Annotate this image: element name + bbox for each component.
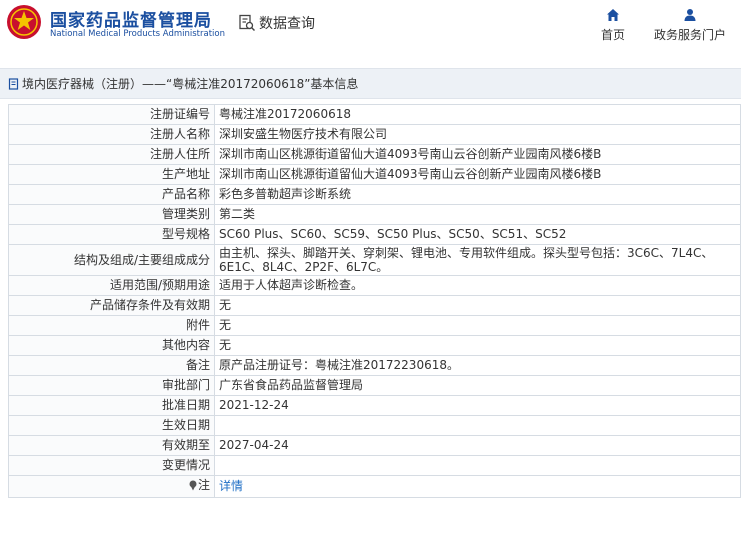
row-label: 适用范围/预期用途 bbox=[8, 275, 215, 296]
row-label: 生产地址 bbox=[8, 164, 215, 185]
row-value bbox=[214, 415, 741, 436]
row-label: 备注 bbox=[8, 355, 215, 376]
table-row: 生效日期 bbox=[8, 415, 741, 436]
row-label: 其他内容 bbox=[8, 335, 215, 356]
row-label: 批准日期 bbox=[8, 395, 215, 416]
table-row: 其他内容无 bbox=[8, 335, 741, 356]
row-value: 适用于人体超声诊断检查。 bbox=[214, 275, 741, 296]
row-value: SC60 Plus、SC60、SC59、SC50 Plus、SC50、SC51、… bbox=[214, 224, 741, 245]
note-label: 注 bbox=[197, 478, 210, 492]
nav-home-label: 首页 bbox=[600, 28, 625, 42]
brand-title-en[interactable]: National Medical Products Administration bbox=[50, 29, 225, 39]
row-value: 彩色多普勒超声诊断系统 bbox=[214, 184, 741, 205]
table-row: 产品储存条件及有效期无 bbox=[8, 295, 741, 316]
data-query-label: 数据查询 bbox=[259, 16, 315, 32]
emblem-logo-icon bbox=[7, 5, 41, 39]
row-value bbox=[214, 455, 741, 476]
table-row: 有效期至 2027-04-24 bbox=[8, 435, 741, 456]
table-row-note: 注详情 bbox=[8, 475, 741, 498]
table-row: 型号规格 SC60 Plus、SC60、SC59、SC50 Plus、SC50、S… bbox=[8, 224, 741, 245]
registration-info-table: 注册证编号 粤械注准20172060618 注册人名称 深圳安盛生物医疗技术有限公司注… bbox=[8, 104, 741, 498]
row-value: 无 bbox=[214, 315, 741, 336]
table-row: 注册证编号 粤械注准20172060618 bbox=[8, 104, 741, 125]
row-label: 注册证编号 bbox=[8, 104, 215, 125]
nav-gov-label: 政务服务门户 bbox=[653, 28, 726, 42]
row-value: 广东省食品药品监督管理局 bbox=[214, 375, 741, 396]
row-label: 注册人住所 bbox=[8, 144, 215, 165]
row-value: 由主机、探头、脚踏开关、穿刺架、锂电池、专用软件组成。探头型号包括：3C6C、7… bbox=[214, 244, 741, 276]
row-value: 2021-12-24 bbox=[214, 395, 741, 416]
table-row: 结构及组成/主要组成成分 由主机、探头、脚踏开关、穿刺架、锂电池、专用软件组成。探… bbox=[8, 244, 741, 276]
table-row: 注册人名称 深圳安盛生物医疗技术有限公司 bbox=[8, 124, 741, 145]
table-row: 生产地址 深圳市南山区桃源街道留仙大道4093号南山云谷创新产业园南风楼6楼B bbox=[8, 164, 741, 185]
table-row: 审批部门 广东省食品药品监督管理局 bbox=[8, 375, 741, 396]
table-row: 备注 原产品注册证号：粤械注准20172230618。 bbox=[8, 355, 741, 376]
nav-home[interactable]: 首页 bbox=[598, 8, 628, 43]
row-label: 审批部门 bbox=[8, 375, 215, 396]
row-label: 注册人名称 bbox=[8, 124, 215, 145]
note-label-cell: 注 bbox=[8, 475, 215, 498]
nav-gov-service[interactable]: 政务服务门户 bbox=[650, 8, 730, 43]
breadcrumb-text: 境内医疗器械（注册）——“粤械注准20172060618”基本信息 bbox=[22, 77, 359, 91]
table-row: 产品名称 彩色多普勒超声诊断系统 bbox=[8, 184, 741, 205]
row-value: 深圳安盛生物医疗技术有限公司 bbox=[214, 124, 741, 145]
data-query-link[interactable]: 数据查询 bbox=[238, 12, 315, 34]
table-row: 管理类别 第二类 bbox=[8, 204, 741, 225]
user-icon bbox=[684, 9, 696, 21]
row-label: 产品名称 bbox=[8, 184, 215, 205]
note-value-cell: 详情 bbox=[214, 475, 741, 498]
document-icon bbox=[8, 77, 19, 90]
row-label: 变更情况 bbox=[8, 455, 215, 476]
row-label: 结构及组成/主要组成成分 bbox=[8, 244, 215, 276]
row-label: 型号规格 bbox=[8, 224, 215, 245]
table-row: 附件无 bbox=[8, 315, 741, 336]
row-value: 2027-04-24 bbox=[214, 435, 741, 456]
row-label: 有效期至 bbox=[8, 435, 215, 456]
row-label: 管理类别 bbox=[8, 204, 215, 225]
brand-title-cn[interactable]: 国家药品监督管理局 bbox=[50, 6, 212, 31]
row-label: 生效日期 bbox=[8, 415, 215, 436]
row-value: 粤械注准20172060618 bbox=[214, 104, 741, 125]
breadcrumb: 境内医疗器械（注册）——“粤械注准20172060618”基本信息 bbox=[0, 68, 741, 99]
row-value: 原产品注册证号：粤械注准20172230618。 bbox=[214, 355, 741, 376]
row-value: 无 bbox=[214, 295, 741, 316]
search-document-icon bbox=[239, 14, 256, 32]
row-value: 第二类 bbox=[214, 204, 741, 225]
table-row: 批准日期 2021-12-24 bbox=[8, 395, 741, 416]
row-value: 无 bbox=[214, 335, 741, 356]
table-row: 注册人住所 深圳市南山区桃源街道留仙大道4093号南山云谷创新产业园南风楼6楼B bbox=[8, 144, 741, 165]
row-label: 产品储存条件及有效期 bbox=[8, 295, 215, 316]
row-label: 附件 bbox=[8, 315, 215, 336]
site-header: 国家药品监督管理局 National Medical Products Admi… bbox=[0, 0, 742, 58]
details-link[interactable]: 详情 bbox=[219, 479, 243, 493]
table-row: 适用范围/预期用途 适用于人体超声诊断检查。 bbox=[8, 275, 741, 296]
pin-icon bbox=[189, 480, 197, 491]
row-value: 深圳市南山区桃源街道留仙大道4093号南山云谷创新产业园南风楼6楼B bbox=[214, 144, 741, 165]
table-row: 变更情况 bbox=[8, 455, 741, 476]
row-value: 深圳市南山区桃源街道留仙大道4093号南山云谷创新产业园南风楼6楼B bbox=[214, 164, 741, 185]
home-icon bbox=[607, 9, 619, 21]
